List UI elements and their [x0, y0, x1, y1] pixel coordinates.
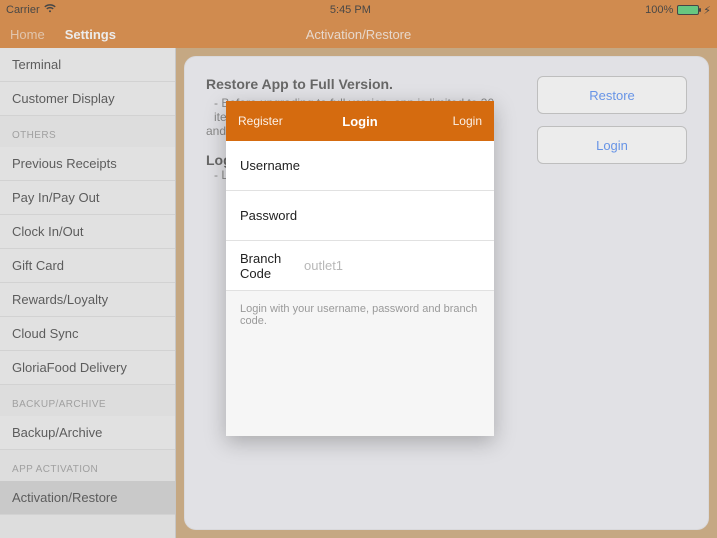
- username-input[interactable]: [310, 158, 486, 173]
- battery-pct: 100%: [645, 4, 673, 16]
- password-label: Password: [240, 208, 297, 223]
- sidebar-item-pay-in-out[interactable]: Pay In/Pay Out: [0, 181, 175, 215]
- sidebar-item-gloriafood[interactable]: GloriaFood Delivery: [0, 351, 175, 385]
- restore-button[interactable]: Restore: [537, 76, 687, 114]
- password-input[interactable]: [307, 208, 483, 223]
- sidebar-item-activation-restore[interactable]: Activation/Restore: [0, 481, 175, 515]
- branch-field-row: Branch Code: [226, 241, 494, 291]
- sidebar-header-others: OTHERS: [0, 116, 175, 147]
- branch-input[interactable]: [304, 258, 480, 273]
- carrier-label: Carrier: [6, 4, 40, 16]
- battery-icon: [677, 5, 699, 15]
- password-field-row: Password: [226, 191, 494, 241]
- sidebar-item-clock-in-out[interactable]: Clock In/Out: [0, 215, 175, 249]
- sidebar-item-rewards-loyalty[interactable]: Rewards/Loyalty: [0, 283, 175, 317]
- login-hint: Login with your username, password and b…: [226, 291, 494, 436]
- sidebar-header-app-activation: APP ACTIVATION: [0, 450, 175, 481]
- status-bar: Carrier 5:45 PM 100% ⚡︎: [0, 0, 717, 20]
- top-bar: Home Settings Activation/Restore: [0, 20, 717, 48]
- sidebar-item-gift-card[interactable]: Gift Card: [0, 249, 175, 283]
- username-field-row: Username: [226, 141, 494, 191]
- sidebar-header-backup: BACKUP/ARCHIVE: [0, 385, 175, 416]
- sidebar-item-previous-receipts[interactable]: Previous Receipts: [0, 147, 175, 181]
- wifi-icon: [44, 4, 56, 16]
- restore-title: Restore App to Full Version.: [206, 76, 525, 92]
- sidebar: Terminal Customer Display OTHERS Previou…: [0, 48, 176, 538]
- modal-login-button[interactable]: Login: [453, 114, 482, 128]
- sidebar-item-terminal[interactable]: Terminal: [0, 48, 175, 82]
- charging-icon: ⚡︎: [703, 4, 711, 17]
- username-label: Username: [240, 158, 300, 173]
- register-button[interactable]: Register: [238, 114, 283, 128]
- home-button[interactable]: Home: [10, 27, 45, 42]
- sidebar-item-backup-archive[interactable]: Backup/Archive: [0, 416, 175, 450]
- sidebar-item-customer-display[interactable]: Customer Display: [0, 82, 175, 116]
- status-time: 5:45 PM: [330, 4, 371, 16]
- sidebar-item-cloud-sync[interactable]: Cloud Sync: [0, 317, 175, 351]
- login-modal: Register Login Login Username Password B…: [226, 101, 494, 436]
- branch-label: Branch Code: [240, 251, 294, 281]
- settings-title: Settings: [65, 27, 116, 42]
- login-button[interactable]: Login: [537, 126, 687, 164]
